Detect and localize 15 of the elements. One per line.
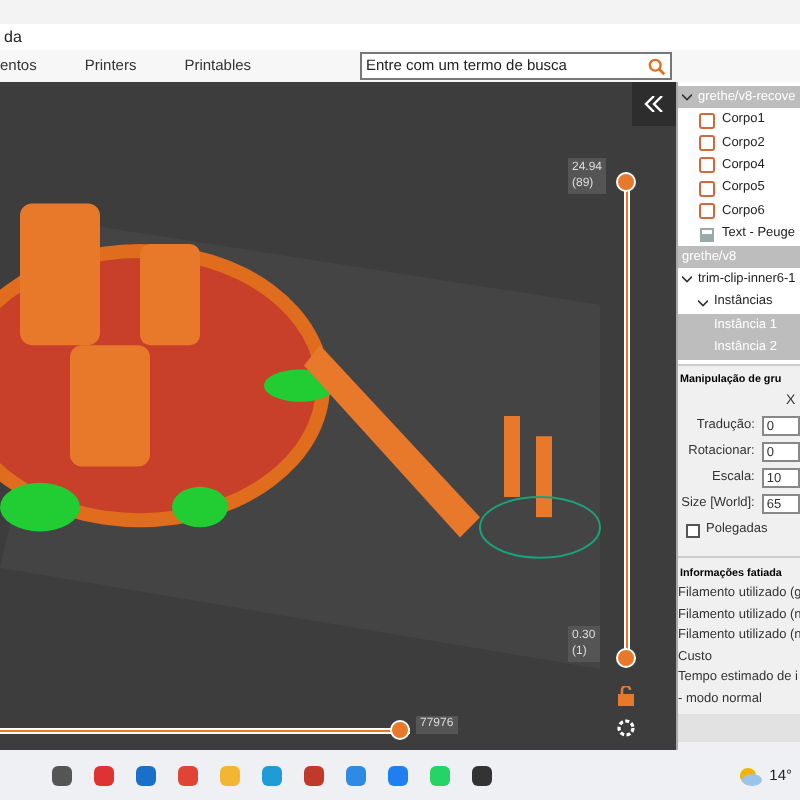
text-part-icon: [698, 225, 716, 244]
caret-icon[interactable]: [682, 92, 692, 103]
lock-icon[interactable]: [618, 686, 634, 706]
checkbox[interactable]: [686, 523, 700, 538]
taskbar-app-icon[interactable]: [49, 763, 73, 787]
taskbar-app-icon[interactable]: [301, 763, 325, 787]
double-chevron-icon: [644, 96, 664, 112]
caret-icon[interactable]: [682, 274, 692, 285]
search-icon: [648, 57, 666, 75]
collapse-sidebar-button[interactable]: [632, 82, 676, 126]
taskbar-app-icon[interactable]: [469, 763, 493, 787]
settings-icon[interactable]: [616, 718, 636, 738]
caret-icon[interactable]: [698, 297, 708, 308]
menu-item[interactable]: da: [4, 25, 22, 49]
weather-icon: [737, 765, 762, 785]
